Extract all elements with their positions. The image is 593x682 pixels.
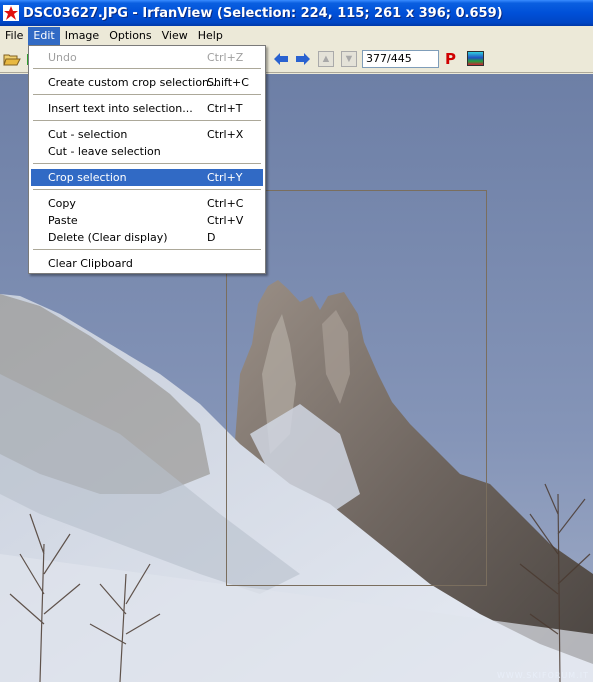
menu-separator — [33, 94, 261, 95]
menu-item-cut-leave-selection[interactable]: Cut - leave selection — [31, 143, 263, 160]
menu-help[interactable]: Help — [193, 27, 228, 45]
menu-separator — [33, 189, 261, 190]
menu-item-label: Cut - leave selection — [48, 145, 161, 158]
menu-item-shortcut: Ctrl+Z — [207, 51, 244, 64]
menu-item-label: Copy — [48, 197, 76, 210]
menu-item-clear-clipboard[interactable]: Clear Clipboard — [31, 255, 263, 272]
menu-view[interactable]: View — [157, 27, 193, 45]
menu-separator — [33, 68, 261, 69]
menu-file[interactable]: File — [0, 27, 28, 45]
menu-options[interactable]: Options — [104, 27, 156, 45]
menu-item-cut-selection[interactable]: Cut - selection Ctrl+X — [31, 126, 263, 143]
menu-item-shortcut: Ctrl+X — [207, 128, 244, 141]
arrow-up-icon[interactable]: ▲ — [317, 50, 335, 68]
menu-item-shortcut: Shift+C — [207, 76, 249, 89]
menu-item-shortcut: Ctrl+C — [207, 197, 244, 210]
arrow-left-icon[interactable] — [272, 50, 290, 68]
menu-separator — [33, 163, 261, 164]
menu-separator — [33, 249, 261, 250]
menu-item-label: Delete (Clear display) — [48, 231, 168, 244]
window-title: DSC03627.JPG - IrfanView (Selection: 224… — [23, 5, 503, 21]
open-folder-icon[interactable] — [3, 50, 21, 68]
arrow-down-icon[interactable]: ▼ — [340, 50, 358, 68]
menu-item-label: Create custom crop selection... — [48, 76, 220, 89]
menu-item-label: Clear Clipboard — [48, 257, 133, 270]
colorful-image-icon[interactable] — [467, 51, 484, 66]
menu-bar: File Edit Image Options View Help — [0, 26, 593, 45]
menu-item-label: Undo — [48, 51, 77, 64]
page-counter-field[interactable]: 377/445 — [362, 50, 439, 68]
arrow-right-icon[interactable] — [294, 50, 312, 68]
menu-item-undo[interactable]: Undo Ctrl+Z — [31, 49, 263, 66]
menu-item-crop-selection[interactable]: Crop selection Ctrl+Y — [31, 169, 263, 186]
menu-item-create-custom-crop[interactable]: Create custom crop selection... Shift+C — [31, 74, 263, 91]
menu-item-label: Cut - selection — [48, 128, 128, 141]
menu-item-insert-text[interactable]: Insert text into selection... Ctrl+T — [31, 100, 263, 117]
menu-edit[interactable]: Edit — [28, 26, 60, 45]
menu-item-delete[interactable]: Delete (Clear display) D — [31, 229, 263, 246]
edit-menu-dropdown: Undo Ctrl+Z Create custom crop selection… — [28, 45, 266, 274]
menu-item-label: Paste — [48, 214, 78, 227]
menu-item-paste[interactable]: Paste Ctrl+V — [31, 212, 263, 229]
menu-image[interactable]: Image — [60, 27, 104, 45]
menu-item-shortcut: D — [207, 231, 216, 244]
menu-separator — [33, 120, 261, 121]
menu-item-label: Insert text into selection... — [48, 102, 193, 115]
menu-item-shortcut: Ctrl+V — [207, 214, 244, 227]
menu-item-shortcut: Ctrl+T — [207, 102, 243, 115]
menu-item-copy[interactable]: Copy Ctrl+C — [31, 195, 263, 212]
menu-item-shortcut: Ctrl+Y — [207, 171, 243, 184]
paint-icon[interactable]: P — [445, 50, 456, 68]
title-bar: DSC03627.JPG - IrfanView (Selection: 224… — [0, 0, 593, 26]
watermark: WWW.SKIFORUM.IT — [496, 671, 589, 680]
irfanview-app-icon — [3, 5, 19, 21]
menu-item-label: Crop selection — [48, 171, 127, 184]
